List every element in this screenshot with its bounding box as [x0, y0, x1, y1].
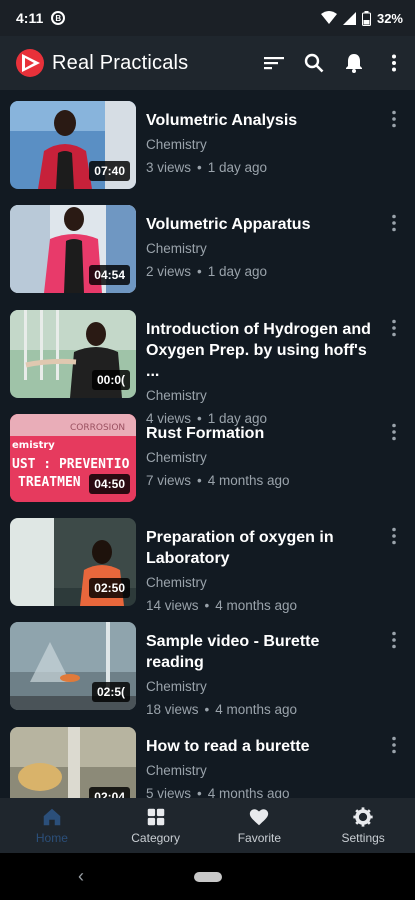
video-list-item[interactable]: 00:0( Introduction of Hydrogen and Oxyge…: [0, 299, 415, 426]
app-title: Real Practicals: [52, 51, 189, 74]
video-list-item[interactable]: 02:04 How to read a burette Chemistry 5 …: [0, 716, 415, 798]
view-count: 5 views: [146, 785, 192, 798]
view-count: 7 views: [146, 472, 192, 488]
app-bar: Real Practicals: [0, 36, 415, 90]
upload-age: 4 months ago: [207, 472, 290, 488]
video-list-item[interactable]: 04:54 Volumetric Apparatus Chemistry 2 v…: [0, 194, 415, 298]
gear-icon: [353, 807, 373, 827]
nav-settings-label: Settings: [341, 831, 385, 845]
video-title[interactable]: Introduction of Hydrogen and Oxygen Prep…: [146, 319, 377, 382]
video-title[interactable]: Volumetric Apparatus: [146, 214, 377, 235]
nav-favorite[interactable]: Favorite: [208, 798, 312, 853]
nav-favorite-label: Favorite: [237, 831, 282, 845]
home-icon: [43, 808, 61, 826]
system-navigation-bar: ‹: [0, 853, 415, 900]
upload-age: 1 day ago: [207, 264, 268, 280]
status-bar: 4:11 B 32%: [0, 0, 415, 36]
video-title[interactable]: Volumetric Analysis: [146, 110, 377, 131]
view-count: 2 views: [146, 264, 192, 280]
item-menu-icon[interactable]: [391, 110, 397, 128]
nav-home[interactable]: Home: [0, 798, 104, 853]
video-category: Chemistry: [146, 449, 207, 465]
thumb-caption-3: UST : PREVENTIO: [12, 457, 130, 472]
video-thumbnail[interactable]: 04:54: [10, 205, 136, 294]
video-thumbnail[interactable]: 07:40: [10, 101, 136, 189]
video-title[interactable]: Rust Formation: [146, 423, 377, 444]
nav-home-label: Home: [35, 831, 68, 845]
duration-badge: 02:50: [89, 578, 130, 599]
video-thumbnail[interactable]: 00:0(: [10, 309, 136, 398]
battery-percent: 32%: [376, 10, 403, 26]
search-icon: [304, 53, 324, 73]
back-chevron-icon[interactable]: ‹: [78, 866, 84, 887]
video-thumbnail[interactable]: 02:50: [10, 518, 136, 607]
duration-badge: 02:04: [89, 786, 130, 798]
battery-icon: [361, 10, 371, 26]
video-category: Chemistry: [146, 137, 207, 152]
upload-age: 4 months ago: [207, 785, 290, 798]
video-list-item[interactable]: 02:5( Sample video - Burette reading Che…: [0, 611, 415, 717]
video-title[interactable]: How to read a burette: [146, 736, 377, 757]
item-menu-icon[interactable]: [391, 631, 397, 649]
duration-badge: 07:40: [89, 161, 130, 181]
heart-icon: [250, 809, 269, 826]
video-thumbnail[interactable]: 02:5(: [10, 622, 136, 711]
video-list-item[interactable]: CORROSION emistry UST : PREVENTIO TREATM…: [0, 403, 415, 507]
app-logo-icon: [16, 49, 44, 77]
nav-category-label: Category: [131, 831, 180, 845]
video-category: Chemistry: [146, 575, 207, 591]
video-category: Chemistry: [146, 762, 207, 778]
duration-badge: 04:50: [89, 473, 130, 494]
video-category: Chemistry: [146, 241, 207, 257]
wifi-icon: [320, 11, 337, 24]
thumb-caption-2: emistry: [12, 440, 55, 451]
item-menu-icon[interactable]: [391, 214, 397, 232]
video-thumbnail[interactable]: 02:04: [10, 726, 136, 798]
view-count: 3 views: [146, 160, 192, 175]
sort-icon: [264, 57, 284, 70]
duration-badge: 00:0(: [91, 369, 130, 390]
notifications-button[interactable]: [343, 52, 365, 74]
item-menu-icon[interactable]: [391, 423, 397, 441]
duration-badge: 02:5(: [91, 682, 130, 703]
more-vert-icon: [392, 54, 396, 72]
item-menu-icon[interactable]: [391, 319, 397, 337]
video-list[interactable]: 07:40 Volumetric Analysis Chemistry 3 vi…: [0, 90, 415, 798]
nav-settings[interactable]: Settings: [311, 798, 415, 853]
nav-category[interactable]: Category: [104, 798, 208, 853]
home-gesture-pill[interactable]: [194, 872, 222, 882]
thumb-caption-4: TREATMEN: [18, 475, 81, 490]
upload-age: 1 day ago: [207, 160, 268, 175]
duration-badge: 04:54: [89, 265, 130, 286]
video-title[interactable]: Preparation of oxygen in Laboratory: [146, 527, 377, 569]
video-category: Chemistry: [146, 679, 207, 695]
dnd-icon: B: [51, 11, 66, 25]
thumb-caption-1: CORROSION: [70, 423, 125, 433]
video-list-item[interactable]: 02:50 Preparation of oxygen in Laborator…: [0, 507, 415, 613]
item-menu-icon[interactable]: [391, 527, 397, 545]
overflow-menu-button[interactable]: [383, 52, 405, 74]
video-title[interactable]: Sample video - Burette reading: [146, 631, 377, 673]
item-menu-icon[interactable]: [391, 736, 397, 754]
status-time: 4:11: [16, 10, 44, 26]
video-list-item[interactable]: 07:40 Volumetric Analysis Chemistry 3 vi…: [0, 90, 415, 194]
video-category: Chemistry: [146, 387, 207, 403]
signal-icon: [342, 11, 356, 25]
category-grid-icon: [147, 808, 164, 826]
bell-icon: [346, 54, 362, 73]
video-thumbnail[interactable]: CORROSION emistry UST : PREVENTIO TREATM…: [10, 413, 136, 502]
sort-button[interactable]: [263, 52, 285, 74]
bottom-navigation: Home Category Favorite Settings: [0, 798, 415, 853]
search-button[interactable]: [303, 52, 325, 74]
